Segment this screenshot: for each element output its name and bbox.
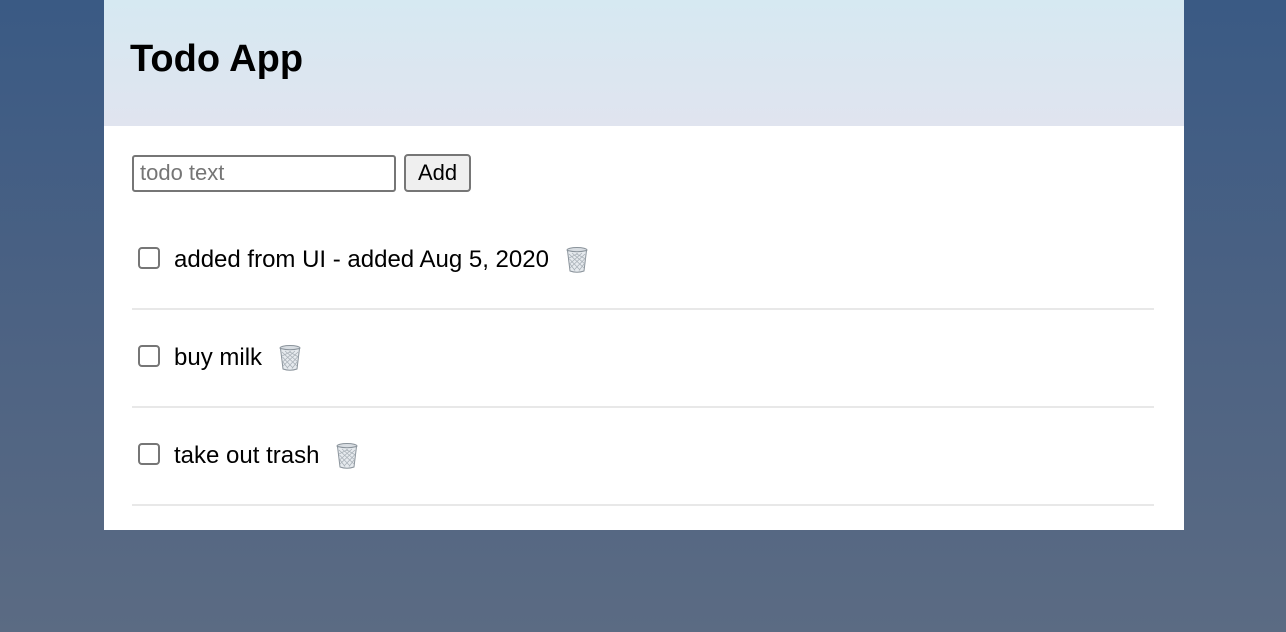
todo-checkbox[interactable] bbox=[138, 247, 160, 269]
todo-text: take out trash bbox=[174, 442, 320, 469]
todo-text-input[interactable] bbox=[132, 154, 396, 192]
todo-list: added from UI - added Aug 5, 2020 buy mi… bbox=[132, 212, 1154, 506]
todo-item: take out trash bbox=[132, 408, 1154, 506]
wastebasket-icon[interactable] bbox=[565, 246, 589, 274]
app-header: Todo App bbox=[104, 0, 1184, 126]
new-todo-form: Add bbox=[132, 154, 1154, 192]
todo-checkbox[interactable] bbox=[138, 443, 160, 465]
add-button[interactable]: Add bbox=[404, 154, 472, 192]
todo-text: buy milk bbox=[174, 344, 263, 371]
todo-checkbox[interactable] bbox=[138, 345, 160, 367]
todo-item: buy milk bbox=[132, 310, 1154, 408]
todo-text: added from UI - added Aug 5, 2020 bbox=[174, 246, 549, 273]
todo-app: Todo App Add added from UI - added Aug 5… bbox=[104, 0, 1184, 530]
todo-main: Add added from UI - added Aug 5, 2020 bu… bbox=[104, 126, 1184, 506]
wastebasket-icon[interactable] bbox=[278, 344, 302, 372]
page-title: Todo App bbox=[130, 38, 304, 80]
wastebasket-icon[interactable] bbox=[335, 442, 359, 470]
todo-item: added from UI - added Aug 5, 2020 bbox=[132, 212, 1154, 310]
